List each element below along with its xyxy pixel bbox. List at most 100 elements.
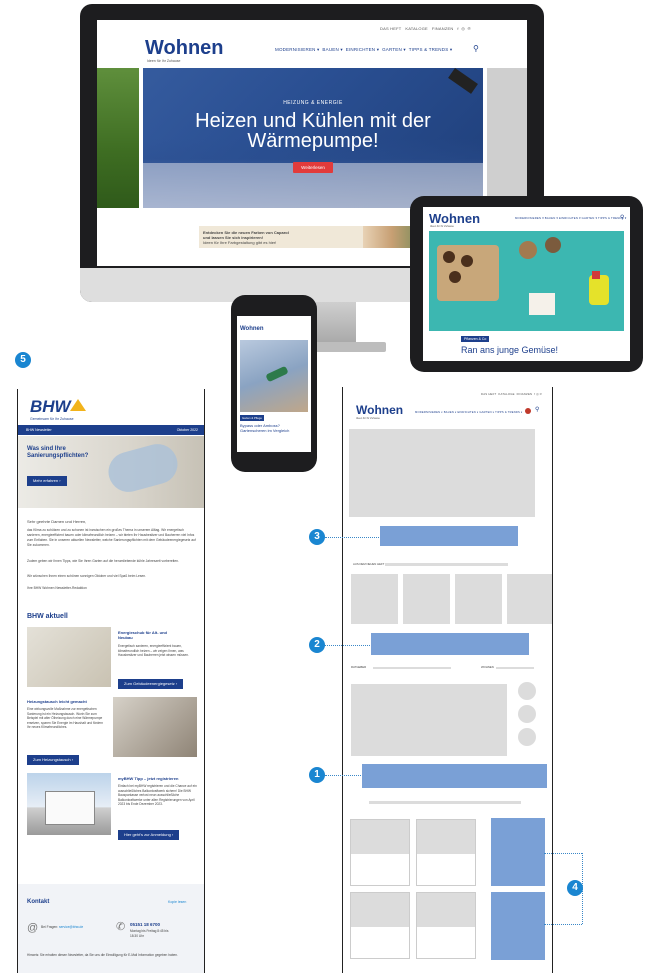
site-logo[interactable]: Wohnen xyxy=(145,37,224,60)
article-3-image[interactable] xyxy=(27,773,111,835)
hero-banner: HEIZUNG & ENERGIE Heizen und Kühlen mit … xyxy=(143,68,483,208)
nav-item[interactable]: GARTEN xyxy=(382,47,402,52)
ipad-screen: Wohnen Ideen für Ihr Zuhause MODERNISIER… xyxy=(423,207,630,361)
wf-feature-placeholder xyxy=(351,684,507,756)
nav-item[interactable]: BAUEN xyxy=(545,216,556,220)
article-tag[interactable]: Pflanzen & Co xyxy=(461,336,490,342)
instagram-icon[interactable]: ◎ xyxy=(461,26,465,31)
hero-button[interactable]: Mehr erfahren › xyxy=(27,476,67,486)
step-badge-5: 5 xyxy=(15,352,31,368)
contact-hours-line1: Montag bis Freitag 8:45 bis xyxy=(130,929,169,933)
step-badge-2: 2 xyxy=(309,637,325,653)
hero-kicker: HEIZUNG & ENERGIE xyxy=(283,100,343,106)
wf-tile xyxy=(507,574,552,624)
section-title: BHW aktuell xyxy=(27,613,68,620)
wf-circle xyxy=(518,682,536,700)
wf-tile xyxy=(403,574,450,624)
hero-title-line2: Wärmepumpe! xyxy=(247,130,379,152)
article-2-image[interactable] xyxy=(113,697,197,757)
nav-item[interactable]: TIPPS & TRENDS xyxy=(409,47,449,52)
newsletter-hero: Was sind Ihre Sanierungspflichten? Mehr … xyxy=(18,436,204,508)
intro-paragraph-1: das Klima zu schützen und zu schonen ist… xyxy=(27,528,196,547)
main-nav: MODERNISIEREN ▾ BAUEN ▾ EINRICHTEN ▾ GAR… xyxy=(415,411,523,414)
search-icon[interactable]: ⚲ xyxy=(473,44,479,53)
contact-link[interactable]: Kopie lesen xyxy=(168,900,186,904)
hero-button-label: Mehr erfahren xyxy=(33,478,59,483)
wf-circle xyxy=(518,705,536,723)
pruning-shears xyxy=(265,365,289,383)
article-2-text: Eine wirkungsvolle Maßnahme zur energeti… xyxy=(27,707,104,730)
top-nav-item[interactable]: FINANZEN xyxy=(432,26,454,31)
article-3-button[interactable]: Hier geht's zur Anmeldung › xyxy=(118,830,180,840)
article-1-title-line2: Neubau xyxy=(118,635,133,640)
facebook-icon[interactable]: f xyxy=(457,26,458,31)
top-nav-item[interactable]: DAS HEFT xyxy=(380,26,401,31)
article-1-image[interactable] xyxy=(27,627,111,687)
step-badge-4: 4 xyxy=(567,880,583,896)
article-headline-line2[interactable]: Gartenscheren im Vergleich xyxy=(240,428,289,433)
wf-card xyxy=(350,892,410,959)
contact-section: Kontakt Kopie lesen @ Bei Fragen: servic… xyxy=(18,884,204,973)
hero-button[interactable]: Weiterlesen xyxy=(293,162,333,173)
wf-divider xyxy=(373,667,451,669)
article-2-title: Heizungstausch leicht gemacht xyxy=(27,699,87,704)
site-tagline: Ideen für Ihr Zuhause xyxy=(356,417,380,420)
nav-item[interactable]: BAUEN xyxy=(322,47,339,52)
nav-item[interactable]: EINRICHTEN xyxy=(457,411,475,414)
hero-title-line2: Sanierungspflichten? xyxy=(27,453,89,459)
article-3-text: Einfach bei myBHW registrieren und die C… xyxy=(118,784,197,807)
bhw-tagline: Gemeinsam für Ihr Zuhause xyxy=(30,417,74,421)
nav-item[interactable]: MODERNISIEREN xyxy=(415,411,440,414)
contact-phone[interactable]: 05151 18 6700 xyxy=(130,922,160,927)
pinterest-icon[interactable]: ℗ xyxy=(540,392,542,396)
article-2-button-label: Zum Heizungstausch xyxy=(33,757,71,762)
contact-hours-line2: 18:30 Uhr xyxy=(130,934,144,938)
wf-card xyxy=(416,819,476,886)
hero-image[interactable] xyxy=(429,231,624,331)
contact-title: Kontakt xyxy=(27,899,50,905)
top-nav-item[interactable]: KATALOGE xyxy=(405,26,428,31)
wf-section2-right: WOHNEN xyxy=(481,665,494,669)
pinterest-icon[interactable]: ℗ xyxy=(468,26,471,31)
article-2-button[interactable]: Zum Heizungstausch › xyxy=(27,755,80,765)
nav-item[interactable]: TIPPS & TRENDS xyxy=(495,411,520,414)
wf-hero-placeholder xyxy=(349,429,535,517)
bhw-logo[interactable]: BHW xyxy=(30,397,71,417)
site-logo[interactable]: Wohnen xyxy=(429,211,480,226)
top-nav-item[interactable]: DAS HEFT xyxy=(481,392,496,396)
newsletter-mockup: BHW Gemeinsam für Ihr Zuhause BHW Newsle… xyxy=(17,389,205,973)
instagram-icon[interactable]: ◎ xyxy=(536,392,539,396)
side-image-right xyxy=(487,68,527,208)
top-nav-item[interactable]: FINANZEN xyxy=(517,392,533,396)
article-tag[interactable]: Garten & Pflege xyxy=(240,415,264,421)
newsletter-bar-left: BHW Newsletter xyxy=(26,428,52,432)
seed-packet xyxy=(529,293,555,315)
top-nav: DAS HEFT KATALOGE FINANZEN f ◎ ℗ xyxy=(380,26,471,31)
search-icon[interactable]: ⚲ xyxy=(535,406,539,413)
top-nav-item[interactable]: KATALOGE xyxy=(498,392,514,396)
nav-item[interactable]: MODERNISIEREN xyxy=(515,216,541,220)
wf-card xyxy=(416,892,476,959)
article-1-button[interactable]: Zum Gebäudeenergiegesetz › xyxy=(118,679,184,689)
article-image[interactable] xyxy=(240,340,308,412)
nav-item[interactable]: EINRICHTEN xyxy=(559,216,578,220)
wf-highlight-4a xyxy=(491,818,545,886)
search-icon[interactable]: ⚲ xyxy=(620,214,624,221)
site-logo[interactable]: Wohnen xyxy=(356,403,403,417)
nav-item[interactable]: GARTEN xyxy=(479,411,491,414)
newsletter-bar-right: Oktober 2022 xyxy=(176,428,198,432)
site-logo[interactable]: Wohnen xyxy=(240,326,264,332)
wf-tile xyxy=(455,574,502,624)
article-3-button-label: Hier geht's zur Anmeldung xyxy=(124,832,171,837)
contact-email[interactable]: service@bhw.de xyxy=(59,925,83,929)
site-tagline: Ideen für Ihr Zuhause xyxy=(147,59,181,63)
article-headline[interactable]: Ran ans junge Gemüse! xyxy=(461,345,558,355)
nav-item[interactable]: BAUEN xyxy=(444,411,454,414)
nav-item[interactable]: MODERNISIEREN xyxy=(275,47,316,52)
nav-item[interactable]: GARTEN xyxy=(582,216,595,220)
wf-divider xyxy=(369,801,521,804)
nav-item[interactable]: EINRICHTEN xyxy=(346,47,376,52)
wf-highlight-3 xyxy=(380,526,518,546)
wireframe-mockup: DAS HEFT KATALOGE FINANZEN f ◎ ℗ Wohnen … xyxy=(342,387,553,973)
ad-banner[interactable]: Entdecken Sie die neuen Farben von Capar… xyxy=(199,226,421,248)
